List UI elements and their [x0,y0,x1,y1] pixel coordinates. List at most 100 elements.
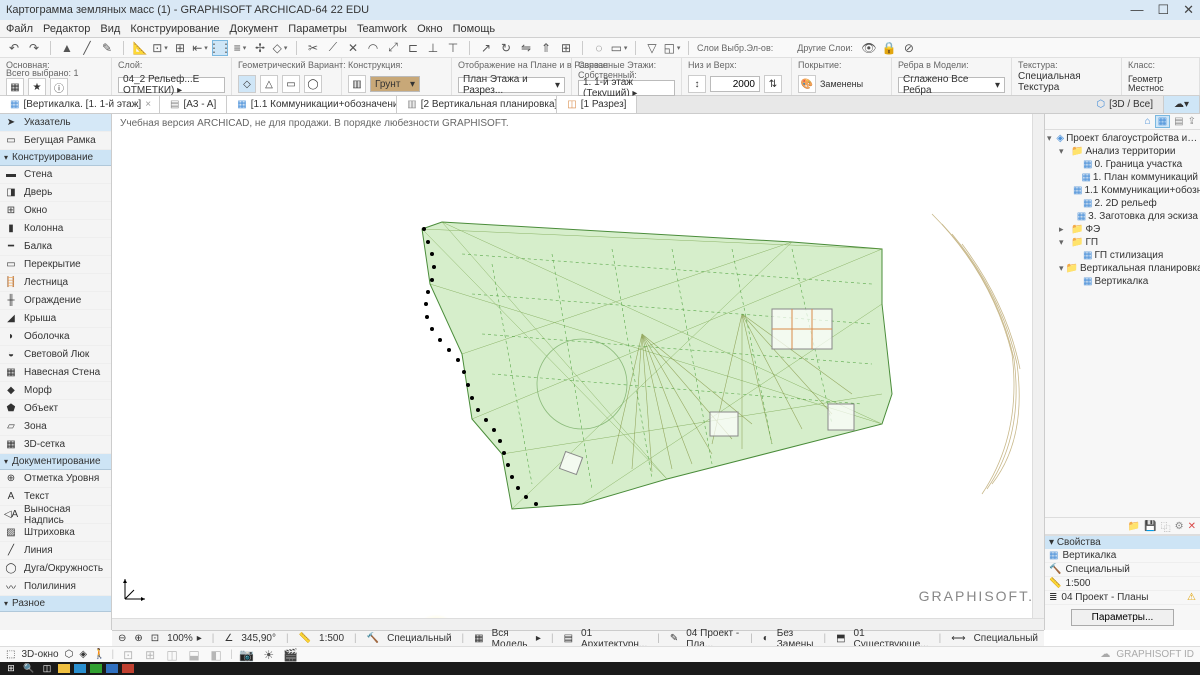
resize-icon[interactable]: ⤢ [385,40,401,56]
mesh-tool-icon[interactable]: ▦ [6,78,24,96]
tree-node[interactable]: ▦0. Граница участка [1047,158,1198,171]
settings-button[interactable]: Параметры... [1071,609,1175,626]
spacing-icon[interactable]: ≡ [232,40,248,56]
angle-value[interactable]: 345,90° [241,633,276,644]
geom-opt3-icon[interactable]: ▭ [282,75,300,93]
tool-pointer[interactable]: ➤ Указатель [0,114,111,132]
cloud-icon[interactable]: ☁▾ [1164,96,1200,113]
offset-icon[interactable]: ⊏ [405,40,421,56]
section-misc[interactable]: Разное [0,596,111,612]
settings-icon[interactable]: ⚙ [1175,521,1184,532]
fillet-icon[interactable]: ◠ [365,40,381,56]
menu-design[interactable]: Конструирование [130,23,219,35]
tree-node[interactable]: ▦1.1 Коммуникации+обозначения [1047,184,1198,197]
tree-node[interactable]: ▸📁ФЭ [1047,223,1198,236]
reno-value[interactable]: Специальный [387,633,451,644]
construction-dropdown[interactable]: Грунт▾ [370,76,420,92]
scrollbar-vertical[interactable] [1032,114,1044,618]
app3-icon[interactable] [106,664,118,673]
floor-dropdown[interactable]: 1. 1-й этаж (Текущий) ▸ [578,80,675,96]
tree-node[interactable]: ▦3. Заготовка для эскиза [1047,210,1198,223]
tool-skylight[interactable]: ◒Световой Люк [0,346,111,364]
adjust-icon[interactable]: ⟋ [325,40,341,56]
tree-node[interactable]: ▦1. План коммуникаций [1047,171,1198,184]
tool-zone[interactable]: ▱Зона [0,418,111,436]
tool-object[interactable]: ⬟Объект [0,400,111,418]
nav-viewmap-icon[interactable]: ▦ [1155,115,1170,128]
height-input[interactable] [710,76,760,92]
tab-a3[interactable]: ▤ [A3 - A] [160,96,227,113]
suspend-icon[interactable]: ◌ [591,40,607,56]
redo-icon[interactable]: ↷ [26,40,42,56]
tab-section[interactable]: ◫ [1 Разрез] [557,96,637,113]
menu-edit[interactable]: Редактор [43,23,90,35]
menu-help[interactable]: Помощь [453,23,496,35]
app1-icon[interactable] [74,664,86,673]
view3d-icon[interactable]: ⬚ [6,649,15,660]
menu-options[interactable]: Параметры [288,23,347,35]
edit-icon[interactable]: ✎ [99,40,115,56]
tool-roof[interactable]: ◢Крыша [0,310,111,328]
nav2-icon[interactable]: ⊞ [142,647,158,663]
close-icon[interactable]: ✕ [1183,2,1194,18]
mirror-icon[interactable]: ⇋ [518,40,534,56]
crosshair-icon[interactable]: ✢ [252,40,268,56]
cube-icon[interactable]: ⬡ [65,649,74,660]
tree-node[interactable]: ▦Вертикалка [1047,275,1198,288]
tool-stair[interactable]: 🪜Лестница [0,274,111,292]
fit-icon[interactable]: ⊡ [151,633,159,644]
menu-view[interactable]: Вид [100,23,120,35]
spec-value[interactable]: Специальный [974,633,1038,644]
tool-curtain[interactable]: ▦Навесная Стена [0,364,111,382]
construction-icon[interactable]: ▥ [348,75,366,93]
nav3-icon[interactable]: ◫ [164,647,180,663]
tree-node[interactable]: ▾📁Анализ территории [1047,145,1198,158]
undo-icon[interactable]: ↶ [6,40,22,56]
explorer-icon[interactable] [58,664,70,673]
split-icon[interactable]: ✂ [305,40,321,56]
render-icon[interactable]: 🎬 [283,647,299,663]
tool-morph[interactable]: ◆Морф [0,382,111,400]
nav4-icon[interactable]: ⬓ [186,647,202,663]
coating-icon[interactable]: 🎨 [798,75,816,93]
tool-beam[interactable]: ━Балка [0,238,111,256]
extend-icon[interactable]: ⊤ [445,40,461,56]
drawing-canvas[interactable]: Учебная версия ARCHICAD, не для продажи.… [112,114,1044,630]
start-icon[interactable]: ⊞ [4,663,18,674]
tree-node[interactable]: ▦ГП стилизация [1047,249,1198,262]
snap2-icon[interactable]: ◇ [272,40,288,56]
line-icon[interactable]: ╱ [79,40,95,56]
view3d-label[interactable]: 3D-окно [21,649,58,660]
tree-node[interactable]: ▦2. 2D рельеф [1047,197,1198,210]
menu-window[interactable]: Окно [417,23,443,35]
trace-icon[interactable]: ▭ [611,40,627,56]
maximize-icon[interactable]: ☐ [1157,2,1169,18]
close-tab-icon[interactable]: × [145,99,151,110]
section-document[interactable]: Документирование [0,454,111,470]
rotate-icon[interactable]: ↻ [498,40,514,56]
tool-railing[interactable]: ╫Ограждение [0,292,111,310]
tab-communications[interactable]: ▦ [1.1 Коммуникации+обозначени... [227,96,397,113]
nav-layout-icon[interactable]: ▤ [1174,116,1183,127]
tool-mesh[interactable]: ▦3D-сетка [0,436,111,454]
new-folder-icon[interactable]: 📁 [1128,521,1140,532]
edges-dropdown[interactable]: Сглажено Все Ребра▾ [898,77,1005,93]
tool-window[interactable]: ⊞Окно [0,202,111,220]
nav5-icon[interactable]: ◧ [208,647,224,663]
nav-publish-icon[interactable]: ⇪ [1188,116,1196,127]
search-icon[interactable]: 🔍 [22,663,36,674]
delete-icon[interactable]: ✕ [1188,521,1196,532]
tool-slab[interactable]: ▭Перекрытие [0,256,111,274]
move-icon[interactable]: ↗ [478,40,494,56]
grid-icon[interactable]: ⊞ [172,40,188,56]
geom-opt2-icon[interactable]: △ [260,75,278,93]
perspective-icon[interactable]: ◈ [79,649,87,660]
minimize-icon[interactable]: — [1130,2,1143,18]
height-link-icon[interactable]: ⇅ [764,75,782,93]
walk-icon[interactable]: 🚶 [93,649,105,660]
tree-node[interactable]: ▾📁ГП [1047,236,1198,249]
properties-head[interactable]: ▾ Свойства [1045,536,1200,549]
tool-column[interactable]: ▮Колонна [0,220,111,238]
section-construct[interactable]: Конструирование [0,150,111,166]
cloud2-icon[interactable]: ☁ [1100,649,1110,660]
